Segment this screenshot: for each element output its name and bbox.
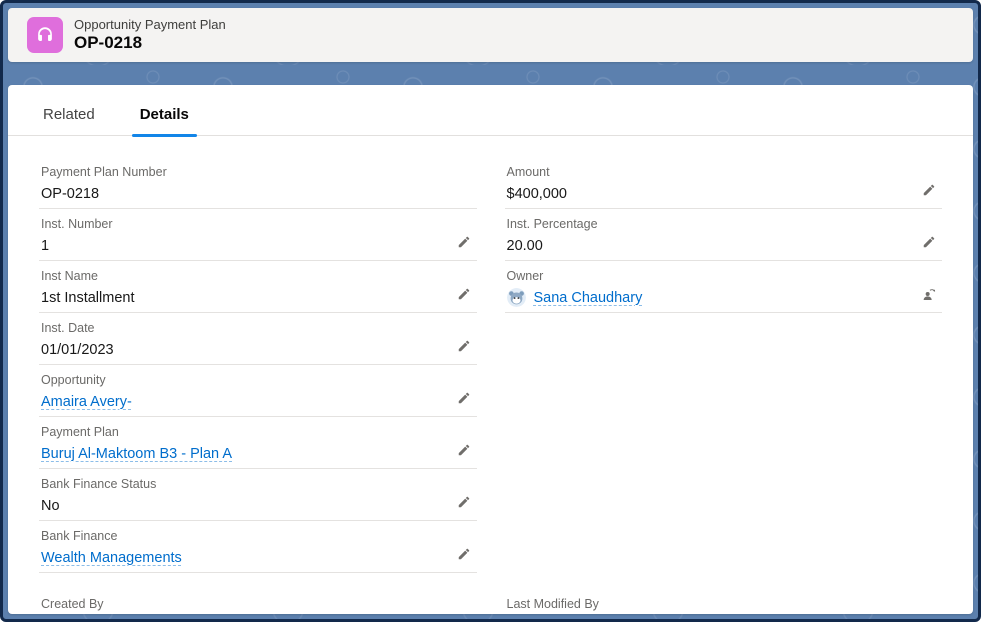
field-label: Opportunity (41, 372, 475, 388)
edit-bank-finance-status-button[interactable] (455, 493, 473, 511)
edit-bank-finance-button[interactable] (455, 545, 473, 563)
field-label: Owner (507, 268, 941, 284)
field-label: Inst. Date (41, 320, 475, 336)
field-column-right: Amount $400,000 Inst. Percentage 20.00 O… (505, 157, 943, 573)
field-last-modified-by: Last Modified By Sana Chaudhary , 10/09/… (505, 590, 943, 614)
headset-icon (27, 17, 63, 53)
edit-opportunity-button[interactable] (455, 389, 473, 407)
payment-plan-link[interactable]: Buruj Al-Maktoom B3 - Plan A (41, 446, 232, 462)
field-amount: Amount $400,000 (505, 157, 943, 209)
field-value: 1st Installment (41, 290, 135, 306)
edit-inst-number-button[interactable] (455, 233, 473, 251)
field-value: $400,000 (507, 186, 567, 202)
entity-label: Opportunity Payment Plan (74, 17, 226, 33)
field-value: 01/01/2023 (41, 342, 114, 358)
field-label: Inst Name (41, 268, 475, 284)
field-label: Last Modified By (507, 596, 941, 612)
bank-finance-link[interactable]: Wealth Managements (41, 550, 182, 566)
field-bank-finance-status: Bank Finance Status No (39, 469, 477, 521)
edit-amount-button[interactable] (920, 181, 938, 199)
field-value: No (41, 498, 60, 514)
system-info-row: Created By Sana Chaudhary , 10/09/2024, … (8, 590, 973, 614)
field-value: 1 (41, 238, 49, 254)
field-label: Inst. Percentage (507, 216, 941, 232)
tab-related[interactable]: Related (39, 93, 99, 135)
page-title: OP-0218 (74, 33, 226, 53)
field-label: Inst. Number (41, 216, 475, 232)
edit-inst-date-button[interactable] (455, 337, 473, 355)
field-value: 20.00 (507, 238, 543, 254)
field-inst-name: Inst Name 1st Installment (39, 261, 477, 313)
field-label: Bank Finance (41, 528, 475, 544)
field-opportunity: Opportunity Amaira Avery- (39, 365, 477, 417)
field-grid: Payment Plan Number OP-0218 Inst. Number… (8, 136, 973, 573)
tab-details[interactable]: Details (136, 93, 193, 135)
field-label: Amount (507, 164, 941, 180)
field-label: Created By (41, 596, 475, 612)
edit-payment-plan-button[interactable] (455, 441, 473, 459)
field-inst-percentage: Inst. Percentage 20.00 (505, 209, 943, 261)
edit-inst-percentage-button[interactable] (920, 233, 938, 251)
field-inst-date: Inst. Date 01/01/2023 (39, 313, 477, 365)
field-inst-number: Inst. Number 1 (39, 209, 477, 261)
field-bank-finance: Bank Finance Wealth Managements (39, 521, 477, 573)
owner-link[interactable]: Sana Chaudhary (534, 290, 643, 306)
change-owner-button[interactable] (920, 285, 938, 303)
tab-bar: Related Details (8, 93, 973, 136)
field-payment-plan: Payment Plan Buruj Al-Maktoom B3 - Plan … (39, 417, 477, 469)
opportunity-link[interactable]: Amaira Avery- (41, 394, 132, 410)
field-column-left: Payment Plan Number OP-0218 Inst. Number… (39, 157, 477, 573)
field-label: Payment Plan (41, 424, 475, 440)
field-label: Payment Plan Number (41, 164, 475, 180)
record-header: Opportunity Payment Plan OP-0218 (8, 8, 973, 62)
user-avatar (507, 288, 526, 307)
edit-inst-name-button[interactable] (455, 285, 473, 303)
record-detail-card: Related Details Payment Plan Number OP-0… (8, 85, 973, 614)
app-window: Opportunity Payment Plan OP-0218 Related… (0, 0, 981, 622)
field-created-by: Created By Sana Chaudhary , 10/09/2024, … (39, 590, 477, 614)
field-payment-plan-number: Payment Plan Number OP-0218 (39, 157, 477, 209)
field-value: OP-0218 (41, 186, 99, 202)
field-owner: Owner Sana Chaudhary (505, 261, 943, 313)
field-label: Bank Finance Status (41, 476, 475, 492)
